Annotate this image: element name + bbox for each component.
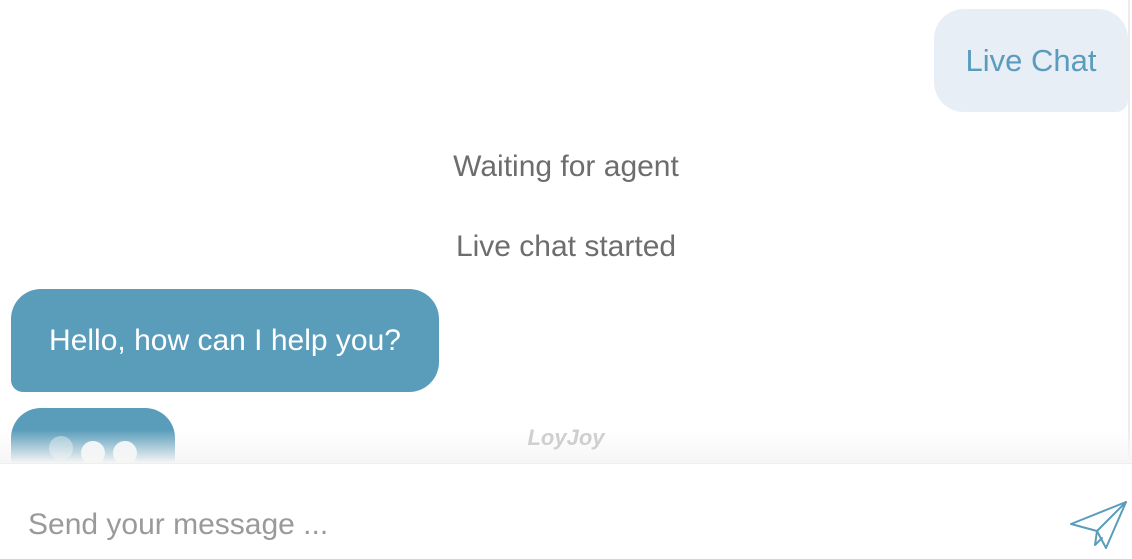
- chat-transcript[interactable]: Live Chat Waiting for agent Live chat st…: [0, 0, 1132, 463]
- message-composer: [0, 463, 1132, 559]
- user-message-bubble: Live Chat: [934, 9, 1128, 112]
- paper-plane-icon: [1070, 501, 1127, 549]
- message-input[interactable]: [28, 502, 928, 548]
- send-button[interactable]: [1068, 498, 1130, 554]
- agent-message-bubble: Hello, how can I help you?: [11, 289, 439, 392]
- brand-watermark: LoyJoy: [527, 425, 605, 450]
- system-message-started: Live chat started: [455, 230, 677, 263]
- user-message-text: Live Chat: [965, 42, 1097, 78]
- system-message-waiting: Waiting for agent: [453, 150, 679, 183]
- agent-message-text: Hello, how can I help you?: [49, 323, 401, 357]
